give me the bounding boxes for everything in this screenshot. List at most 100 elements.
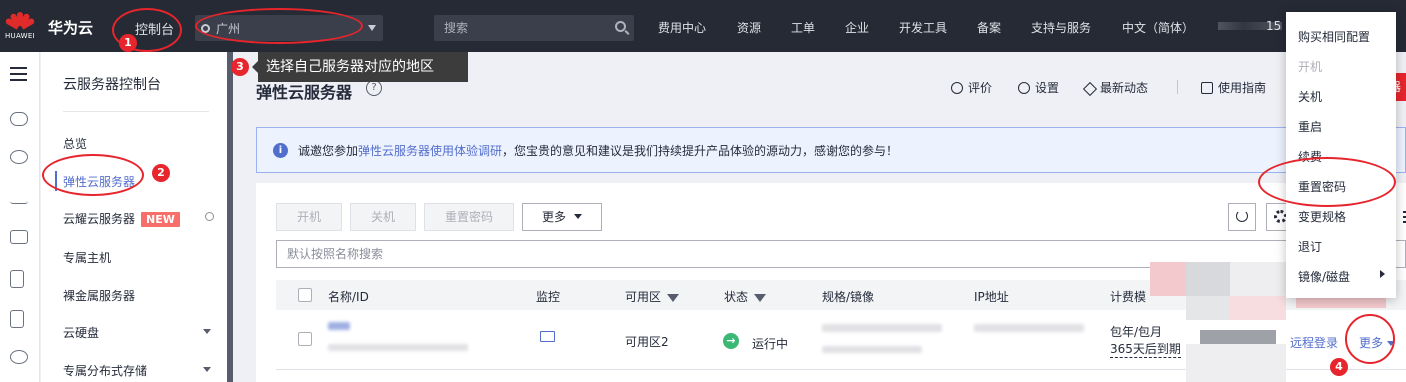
more-actions-dropdown: 购买相同配置 开机 关机 重启 续费 重置密码 变更规格 退订 镜像/磁盘 <box>1286 12 1396 298</box>
chevron-right-icon <box>1380 270 1385 278</box>
cloud-icon[interactable] <box>10 112 28 126</box>
cell-expiry: 365天后到期 <box>1110 342 1181 358</box>
more-actions-button[interactable]: 更多 <box>522 203 602 231</box>
whats-new-label: 最新动态 <box>1100 81 1149 95</box>
hamburger-menu-icon[interactable] <box>10 67 27 69</box>
storage-icon[interactable] <box>10 230 28 244</box>
annotation-number-1: 1 <box>119 34 137 52</box>
column-monitor: 监控 <box>536 290 561 304</box>
ip-blurred <box>974 324 1084 332</box>
document-icon[interactable] <box>10 270 24 288</box>
annotation-number-4: 4 <box>1330 358 1348 376</box>
settings-label: 设置 <box>1035 81 1060 95</box>
spec-blurred <box>822 324 942 332</box>
chevron-down-icon <box>368 25 376 31</box>
image-blurred <box>822 346 922 353</box>
annotation-number-3: 3 <box>231 58 249 76</box>
remote-login-link[interactable]: 远程登录 <box>1290 334 1338 351</box>
refresh-button[interactable] <box>1228 203 1256 231</box>
survey-link[interactable]: 弹性云服务器使用体验调研 <box>358 142 502 159</box>
nav-resources[interactable]: 资源 <box>737 19 761 36</box>
cloud-network-icon[interactable] <box>10 150 28 164</box>
privacy-mosaic <box>1230 296 1286 320</box>
column-status[interactable]: 状态 <box>724 288 767 305</box>
send-icon <box>1082 81 1098 97</box>
menu-item-restart[interactable]: 重启 <box>1298 118 1322 135</box>
settings-button[interactable]: 设置 <box>1018 79 1059 96</box>
clock-icon[interactable] <box>10 350 28 364</box>
more-label: 更多 <box>541 210 566 224</box>
new-badge: NEW <box>141 212 180 227</box>
sidebar-item-overview[interactable]: 总览 <box>63 135 87 152</box>
privacy-mosaic <box>1150 262 1186 296</box>
help-icon[interactable]: ? <box>366 80 382 96</box>
nav-tickets[interactable]: 工单 <box>791 19 815 36</box>
nav-support[interactable]: 支持与服务 <box>1031 19 1091 36</box>
account-suffix[interactable]: 15 <box>1266 19 1281 33</box>
nav-dev-tools[interactable]: 开发工具 <box>899 19 947 36</box>
reset-password-button[interactable]: 重置密码 <box>424 203 514 231</box>
refresh-icon <box>1236 210 1248 222</box>
huawei-flower-icon <box>4 12 36 30</box>
menu-item-unsubscribe[interactable]: 退订 <box>1298 238 1322 255</box>
side-menu: 云服务器控制台 总览 弹性云服务器 云耀云服务器 NEW 专属主机 裸金属服务器 … <box>41 52 227 382</box>
sidebar-item-dedicated-host[interactable]: 专属主机 <box>63 249 111 266</box>
column-billing: 计费模 <box>1110 290 1147 304</box>
search-placeholder: 搜索 <box>444 21 469 35</box>
annotation-ring-ecs <box>42 154 144 196</box>
column-az[interactable]: 可用区 <box>625 288 680 305</box>
sidebar-item-dss[interactable]: 专属分布式存储 <box>63 362 147 379</box>
divider <box>1177 80 1178 94</box>
menu-item-power-off[interactable]: 关机 <box>1298 88 1322 105</box>
nav-filing[interactable]: 备案 <box>977 19 1001 36</box>
row-checkbox[interactable] <box>298 332 312 346</box>
menu-item-image-disk[interactable]: 镜像/磁盘 <box>1298 268 1350 285</box>
sidebar-item-bare-metal[interactable]: 裸金属服务器 <box>63 287 135 304</box>
nav-enterprise[interactable]: 企业 <box>845 19 869 36</box>
monitor-icon[interactable] <box>540 331 555 342</box>
notice-prefix: 诚邀您参加 <box>298 143 359 158</box>
user-guide-button[interactable]: 使用指南 <box>1201 79 1266 96</box>
menu-item-buy-same-config[interactable]: 购买相同配置 <box>1298 28 1370 45</box>
nav-language[interactable]: 中文（简体） <box>1122 19 1194 36</box>
edit-doc-icon <box>1201 82 1213 94</box>
chevron-down-icon[interactable] <box>203 367 211 372</box>
menu-item-change-spec[interactable]: 变更规格 <box>1298 208 1346 225</box>
filter-icon[interactable] <box>667 294 680 302</box>
search-input[interactable]: 搜索 <box>434 15 634 41</box>
external-link-icon[interactable] <box>205 212 214 221</box>
file-icon[interactable] <box>10 310 24 328</box>
nav-billing[interactable]: 费用中心 <box>658 19 706 36</box>
service-icon-sidebar <box>0 52 40 382</box>
column-status-label: 状态 <box>724 290 749 304</box>
column-az-label: 可用区 <box>625 290 662 304</box>
sidebar-item-label: 云耀云服务器 <box>63 212 136 226</box>
cell-status: 运行中 <box>752 337 789 351</box>
annotation-ring-reset-password <box>1258 157 1396 207</box>
column-ip: IP地址 <box>974 290 1009 304</box>
wave-icon[interactable] <box>10 190 28 204</box>
region-tooltip: 选择自己服务器对应的地区 <box>252 52 468 82</box>
annotation-ring-more <box>1345 314 1395 364</box>
sidebar-item-evs[interactable]: 云硬盘 <box>63 324 99 341</box>
power-on-button[interactable]: 开机 <box>276 203 342 231</box>
server-name-blurred[interactable] <box>328 322 350 330</box>
power-off-button[interactable]: 关机 <box>350 203 416 231</box>
rate-button[interactable]: 评价 <box>951 79 992 96</box>
sidebar-item-hecs[interactable]: 云耀云服务器 NEW <box>63 210 180 227</box>
brand-name[interactable]: 华为云 <box>48 17 93 38</box>
server-id-blurred <box>328 344 468 351</box>
search-icon <box>615 21 626 32</box>
chevron-down-icon <box>574 214 582 219</box>
smile-icon <box>951 82 963 94</box>
annotation-ring-region <box>195 8 363 44</box>
column-name[interactable]: 名称/ID <box>328 288 369 305</box>
whats-new-button[interactable]: 最新动态 <box>1082 79 1149 97</box>
select-all-checkbox[interactable] <box>298 288 312 302</box>
side-menu-title: 云服务器控制台 <box>63 77 161 93</box>
chevron-down-icon[interactable] <box>203 329 211 334</box>
notice-suffix: ，您宝贵的意见和建议是我们持续提升产品体验的源动力，感谢您的参与！ <box>502 143 899 158</box>
huawei-logo[interactable]: HUAWEI <box>0 0 40 52</box>
privacy-mosaic <box>1186 296 1230 320</box>
filter-icon[interactable] <box>754 294 767 302</box>
